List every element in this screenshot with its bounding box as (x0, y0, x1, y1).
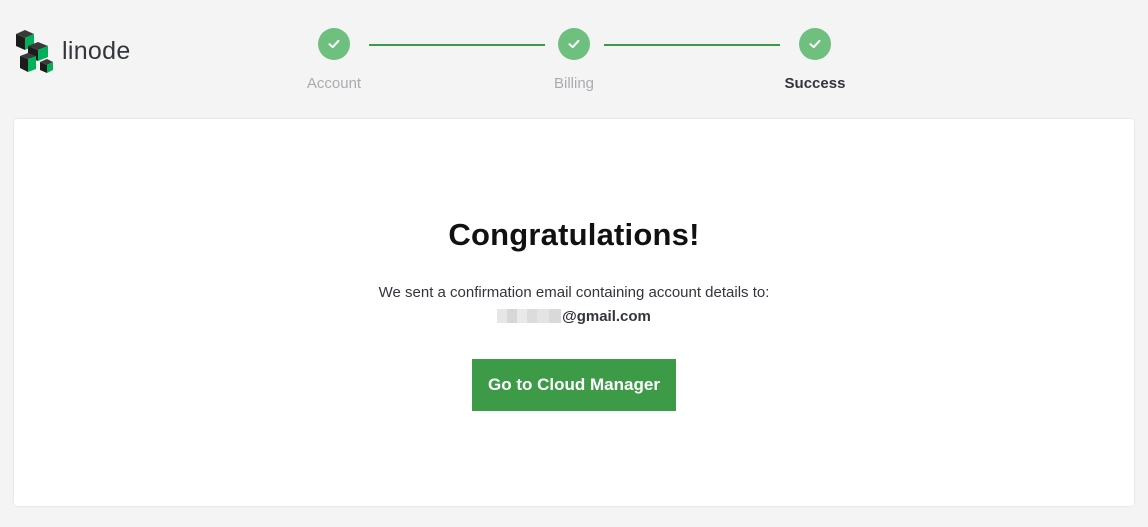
step-billing-label: Billing (553, 75, 595, 92)
step-success-label: Success (784, 75, 846, 92)
step-success-circle (799, 28, 831, 60)
step-billing-circle (558, 28, 590, 60)
check-icon (328, 39, 340, 49)
step-account-circle (318, 28, 350, 60)
confirmation-message: We sent a confirmation email containing … (378, 284, 770, 301)
success-card: Congratulations! We sent a confirmation … (14, 119, 1134, 506)
account-email: @gmail.com (14, 308, 1134, 325)
go-to-cloud-manager-button[interactable]: Go to Cloud Manager (472, 359, 676, 411)
step-success: Success (755, 28, 875, 92)
step-billing: Billing (514, 28, 634, 92)
check-icon (568, 39, 580, 49)
step-account: Account (274, 28, 394, 92)
email-domain: @gmail.com (562, 308, 651, 325)
step-account-label: Account (306, 75, 362, 92)
page-title: Congratulations! (448, 217, 700, 252)
header: linode Account Billing Success (0, 0, 1148, 118)
redacted-email-user (497, 309, 562, 323)
signup-stepper: Account Billing Success (0, 0, 1148, 118)
check-icon (809, 39, 821, 49)
